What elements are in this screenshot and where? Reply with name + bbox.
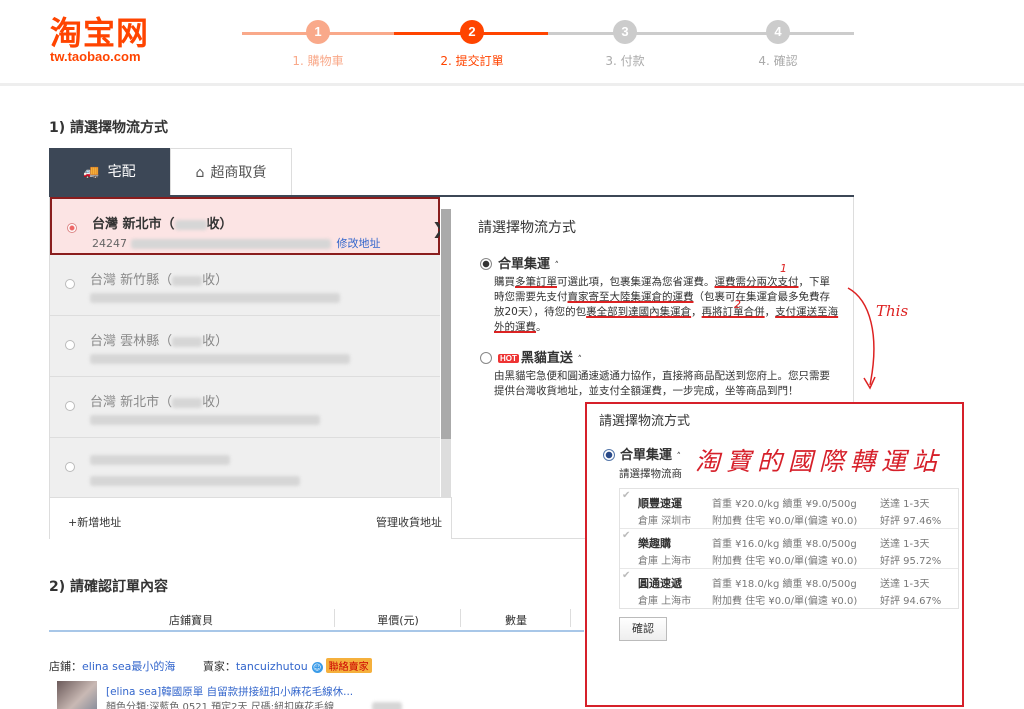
shipping-popup: 請選擇物流方式 合單集運 ˄ 淘寶的國際轉運站 請選擇物流商 ✔ 順豐速運 倉庫… xyxy=(585,402,964,707)
edit-address-link[interactable]: 修改地址 xyxy=(337,237,381,250)
annotation-this: This xyxy=(876,302,909,320)
address-item[interactable] xyxy=(50,438,440,497)
step-2-circle: 2 xyxy=(460,20,484,44)
annotation-number-2: 2 xyxy=(734,298,741,311)
check-icon: ✔ xyxy=(622,490,631,501)
check-icon: ✔ xyxy=(622,570,631,581)
check-icon: ✔ xyxy=(622,530,631,541)
logistics-section-title: 1) 請選擇物流方式 xyxy=(49,120,169,136)
address-city xyxy=(90,452,230,467)
address-scrollbar[interactable] xyxy=(441,209,451,497)
chevron-down-icon: ˄ xyxy=(676,452,682,462)
popup-combined-option[interactable]: 合單集運 ˄ xyxy=(603,444,681,463)
truck-icon: 🚚 xyxy=(83,165,100,180)
carrier-option[interactable]: ✔ 順豐速運 倉庫 深圳市 首重 ¥20.0/kg 續重 ¥9.0/500g 附… xyxy=(620,489,958,529)
shop-info-row: 店鋪：elina sea最小的海 賣家：tancuizhutou ☺ 聯絡賣家 xyxy=(49,658,372,674)
price-blurred xyxy=(372,702,402,709)
carrier-list: ✔ 順豐速運 倉庫 深圳市 首重 ¥20.0/kg 續重 ¥9.0/500g 附… xyxy=(619,488,959,609)
home-icon: ⌂ xyxy=(195,165,205,181)
address-item[interactable]: 台灣 雲林縣（ 收） xyxy=(50,316,440,377)
select-carrier-label: 請選擇物流商 xyxy=(619,468,682,480)
address-detail xyxy=(90,474,300,487)
step-2-label: 2. 提交訂單 xyxy=(440,54,504,68)
shipping-title: 請選擇物流方式 xyxy=(478,220,576,236)
tab-home-delivery-label: 宅配 xyxy=(107,164,136,180)
popup-radio[interactable] xyxy=(603,449,615,461)
chevron-down-icon: ˄ xyxy=(577,355,582,365)
address-radio[interactable] xyxy=(67,223,77,233)
add-address-link[interactable]: +新增地址 xyxy=(68,514,121,530)
chat-icon[interactable]: ☺ xyxy=(311,662,323,673)
manage-address-link[interactable]: 管理收貨地址 xyxy=(376,514,442,530)
shop-name-link[interactable]: elina sea最小的海 xyxy=(82,660,175,673)
step-line-4 xyxy=(548,32,854,35)
option-blackcat-direct[interactable]: HOT 黑貓直送 ˄ xyxy=(480,347,582,366)
product-thumbnail[interactable] xyxy=(57,681,97,709)
annotation-number-1: 1 xyxy=(780,262,787,275)
address-radio[interactable] xyxy=(65,462,75,472)
logo-url: tw.taobao.com xyxy=(50,49,141,64)
address-city: 台灣 新北市（ 收） xyxy=(92,217,233,232)
address-city: 台灣 新竹縣（ 收） xyxy=(90,273,229,288)
product-variant: 顏色分類:深藍色 0521 預定2天 尺碼:紐扣麻花毛線 xyxy=(106,702,335,709)
step-1-label: 1. 購物車 xyxy=(292,54,344,68)
address-city: 台灣 新北市（ 收） xyxy=(90,395,229,410)
seller-name-link[interactable]: tancuizhutou xyxy=(236,660,308,673)
contact-seller-button[interactable]: 聯絡賣家 xyxy=(325,658,372,673)
address-detail: 24247 修改地址 xyxy=(92,237,381,250)
blackcat-description: 由黑貓宅急便和圓通速遞通力協作，直接將商品配送到您府上。您只需要提供台灣收貨地址… xyxy=(494,370,830,397)
address-radio[interactable] xyxy=(65,279,75,289)
blackcat-label: 黑貓直送 xyxy=(520,351,573,366)
page-header: 淘宝网 tw.taobao.com 1 2 3 4 1. 購物車 2. 提交訂單… xyxy=(0,0,1024,86)
carrier-option[interactable]: ✔ 圓通速遞 倉庫 上海市 首重 ¥18.0/kg 續重 ¥8.0/500g 附… xyxy=(620,569,958,609)
checkout-steps: 1 2 3 4 1. 購物車 2. 提交訂單 3. 付款 4. 確認 xyxy=(242,20,854,70)
chevron-down-icon: ˄ xyxy=(554,261,560,271)
address-item[interactable]: 台灣 新北市（ 收） xyxy=(50,377,440,438)
step-3-circle: 3 xyxy=(613,20,637,44)
tab-store-pickup-label: 超商取貨 xyxy=(210,165,267,181)
address-detail xyxy=(90,291,340,304)
col-quantity: 數量 xyxy=(505,614,527,627)
product-title-link[interactable]: [elina sea]韓國原單 自留款拼接紐扣小麻花毛線休... xyxy=(106,684,353,699)
step-3-label: 3. 付款 xyxy=(605,54,645,68)
logo-text: 淘宝网 xyxy=(50,14,150,52)
col-unit-price: 單價(元) xyxy=(377,614,419,627)
order-section-title: 2) 請確認訂單內容 xyxy=(49,579,169,595)
taobao-logo[interactable]: 淘宝网 tw.taobao.com xyxy=(50,16,149,64)
handwritten-annotation: 淘寶的國際轉運站 xyxy=(695,447,944,476)
col-shop-items: 店鋪寶貝 xyxy=(169,614,213,627)
scroll-thumb[interactable] xyxy=(441,209,451,439)
chevron-right-icon: ❯ xyxy=(432,219,440,238)
blackcat-radio[interactable] xyxy=(480,352,492,364)
address-city: 台灣 雲林縣（ 收） xyxy=(90,334,229,349)
address-list: 台灣 新北市（收） 24247 修改地址 ❯ 台灣 新竹縣（收） 台灣 雲林縣（… xyxy=(50,197,440,497)
confirm-button[interactable]: 確認 xyxy=(619,617,667,641)
combined-shipping-label: 合單集運 xyxy=(498,257,551,272)
address-item[interactable]: 台灣 新北市（收） 24247 修改地址 ❯ xyxy=(50,197,440,255)
hot-badge: HOT xyxy=(498,354,519,363)
combined-shipping-radio[interactable] xyxy=(480,258,492,270)
step-4-label: 4. 確認 xyxy=(758,54,798,68)
annotation-arrow-icon xyxy=(847,287,876,390)
address-detail xyxy=(90,352,350,365)
address-detail xyxy=(90,413,320,426)
address-footer: +新增地址 管理收貨地址 xyxy=(50,497,452,539)
tab-home-delivery[interactable]: 🚚 宅配 xyxy=(49,148,170,196)
popup-title: 請選擇物流方式 xyxy=(599,414,691,429)
col-divider xyxy=(460,609,461,627)
step-1-circle: 1 xyxy=(306,20,330,44)
option-combined-shipping[interactable]: 合單集運 ˄ xyxy=(480,253,559,272)
col-divider xyxy=(334,609,335,627)
col-divider xyxy=(570,609,571,627)
combined-shipping-description: 購買多筆訂單可選此項，包裹集運為您省運費。運費需分兩次支付，下單時您需要先支付賣… xyxy=(494,276,839,333)
address-item[interactable]: 台灣 新竹縣（ 收） xyxy=(50,255,440,316)
order-table-header: 店鋪寶貝 單價(元) 數量 xyxy=(49,604,584,632)
address-radio[interactable] xyxy=(65,340,75,350)
address-radio[interactable] xyxy=(65,401,75,411)
step-4-circle: 4 xyxy=(766,20,790,44)
tab-store-pickup[interactable]: ⌂ 超商取貨 xyxy=(170,148,292,196)
carrier-option[interactable]: ✔ 樂趣購 倉庫 上海市 首重 ¥16.0/kg 續重 ¥8.0/500g 附加… xyxy=(620,529,958,569)
